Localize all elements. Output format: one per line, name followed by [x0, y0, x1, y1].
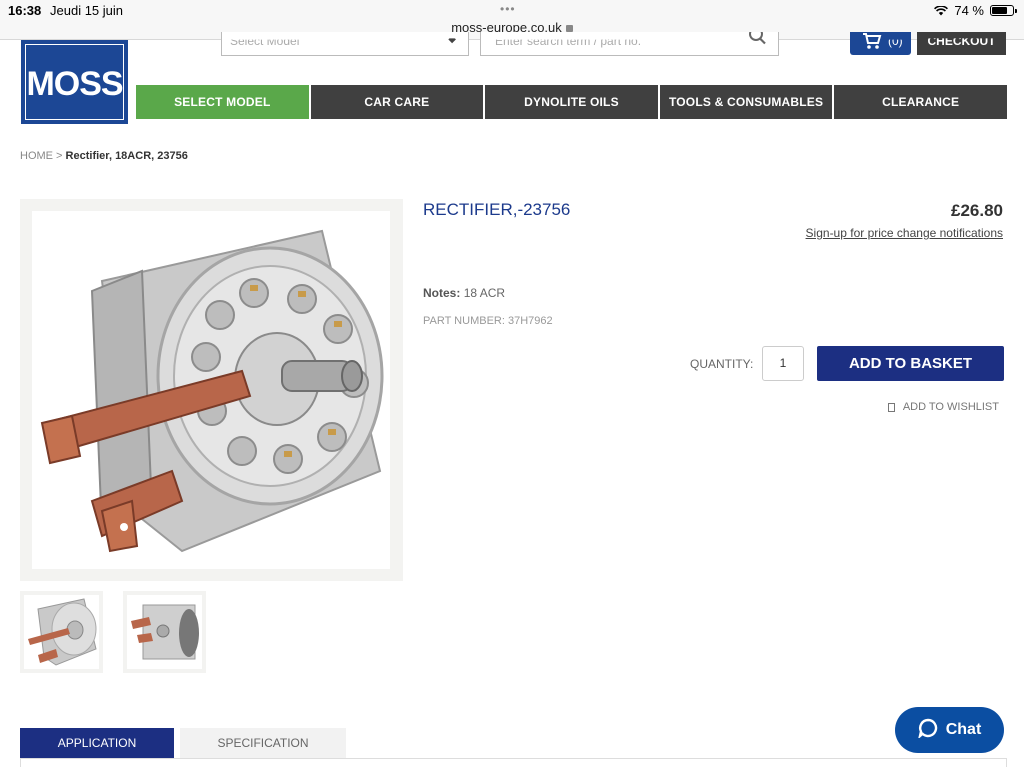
logo-text: MOSS: [26, 64, 123, 103]
search-placeholder: Enter search term / part no.: [495, 34, 642, 48]
tab-application[interactable]: APPLICATION: [20, 728, 174, 758]
status-time: 16:38: [8, 3, 42, 18]
breadcrumb-current: Rectifier, 18ACR, 23756: [65, 150, 188, 162]
wifi-icon: [934, 5, 949, 16]
notes-label: Notes:: [423, 286, 461, 300]
chat-bubble-icon: [917, 718, 938, 743]
part-number: PART NUMBER: 37H7962: [423, 315, 553, 327]
quantity-label: QUANTITY:: [690, 357, 754, 371]
main-nav: SELECT MODEL CAR CARE DYNOLITE OILS TOOL…: [136, 85, 1007, 119]
battery-icon: [990, 5, 1017, 16]
checkout-button[interactable]: CHECKOUT: [917, 32, 1006, 55]
checkout-label: CHECKOUT: [927, 34, 996, 48]
rectifier-image: [32, 211, 390, 569]
breadcrumb-separator: >: [53, 150, 66, 162]
nav-car-care[interactable]: CAR CARE: [310, 85, 484, 119]
product-notes: Notes: 18 ACR: [423, 286, 505, 300]
status-right: 74 %: [934, 3, 1017, 18]
select-model-placeholder: Select Model: [230, 34, 300, 48]
chevron-down-icon: ◆: [448, 34, 456, 45]
breadcrumb: HOME > Rectifier, 18ACR, 23756: [20, 150, 188, 162]
nav-clearance[interactable]: CLEARANCE: [834, 85, 1007, 119]
lock-icon: [565, 25, 573, 32]
thumbnail-2[interactable]: [123, 591, 206, 673]
thumbnail-image: [24, 595, 99, 669]
tab-specification[interactable]: SPECIFICATION: [180, 728, 346, 758]
notes-value: 18 ACR: [463, 286, 506, 300]
status-date: Jeudi 15 juin: [50, 3, 123, 18]
search-icon[interactable]: [748, 27, 768, 51]
cart-icon: [862, 32, 882, 53]
search-input[interactable]: Enter search term / part no.: [480, 27, 779, 56]
thumbnail-1[interactable]: [20, 591, 103, 673]
product-title: RECTIFIER,-23756: [423, 200, 571, 219]
tab-panel: [20, 758, 1007, 767]
select-model-dropdown[interactable]: Select Model ◆: [221, 32, 469, 56]
wishlist-label: ADD TO WISHLIST: [902, 401, 999, 413]
breadcrumb-home[interactable]: HOME: [20, 150, 53, 162]
battery-percent: 74 %: [954, 3, 984, 18]
thumbnail-image: [127, 595, 202, 669]
cart-count: (0): [888, 34, 903, 48]
nav-tools-consumables[interactable]: TOOLS & CONSUMABLES: [659, 85, 833, 119]
nav-dynolite-oils[interactable]: DYNOLITE OILS: [485, 85, 658, 119]
moss-logo[interactable]: MOSS: [21, 40, 128, 124]
add-to-basket-button[interactable]: ADD TO BASKET: [817, 346, 1004, 381]
more-dots-icon[interactable]: •••: [500, 2, 516, 16]
chat-button[interactable]: Chat: [895, 707, 1004, 753]
product-price: £26.80: [951, 201, 1003, 220]
bookmark-icon: [887, 402, 895, 412]
quantity-input[interactable]: 1: [762, 346, 804, 381]
nav-select-model[interactable]: SELECT MODEL: [136, 85, 309, 119]
price-notification-link[interactable]: Sign-up for price change notifications: [806, 226, 1003, 240]
cart-button[interactable]: (0): [850, 32, 911, 55]
add-to-wishlist-link[interactable]: ADD TO WISHLIST: [887, 401, 999, 413]
product-main-image[interactable]: [20, 199, 403, 581]
chat-label: Chat: [945, 721, 982, 738]
